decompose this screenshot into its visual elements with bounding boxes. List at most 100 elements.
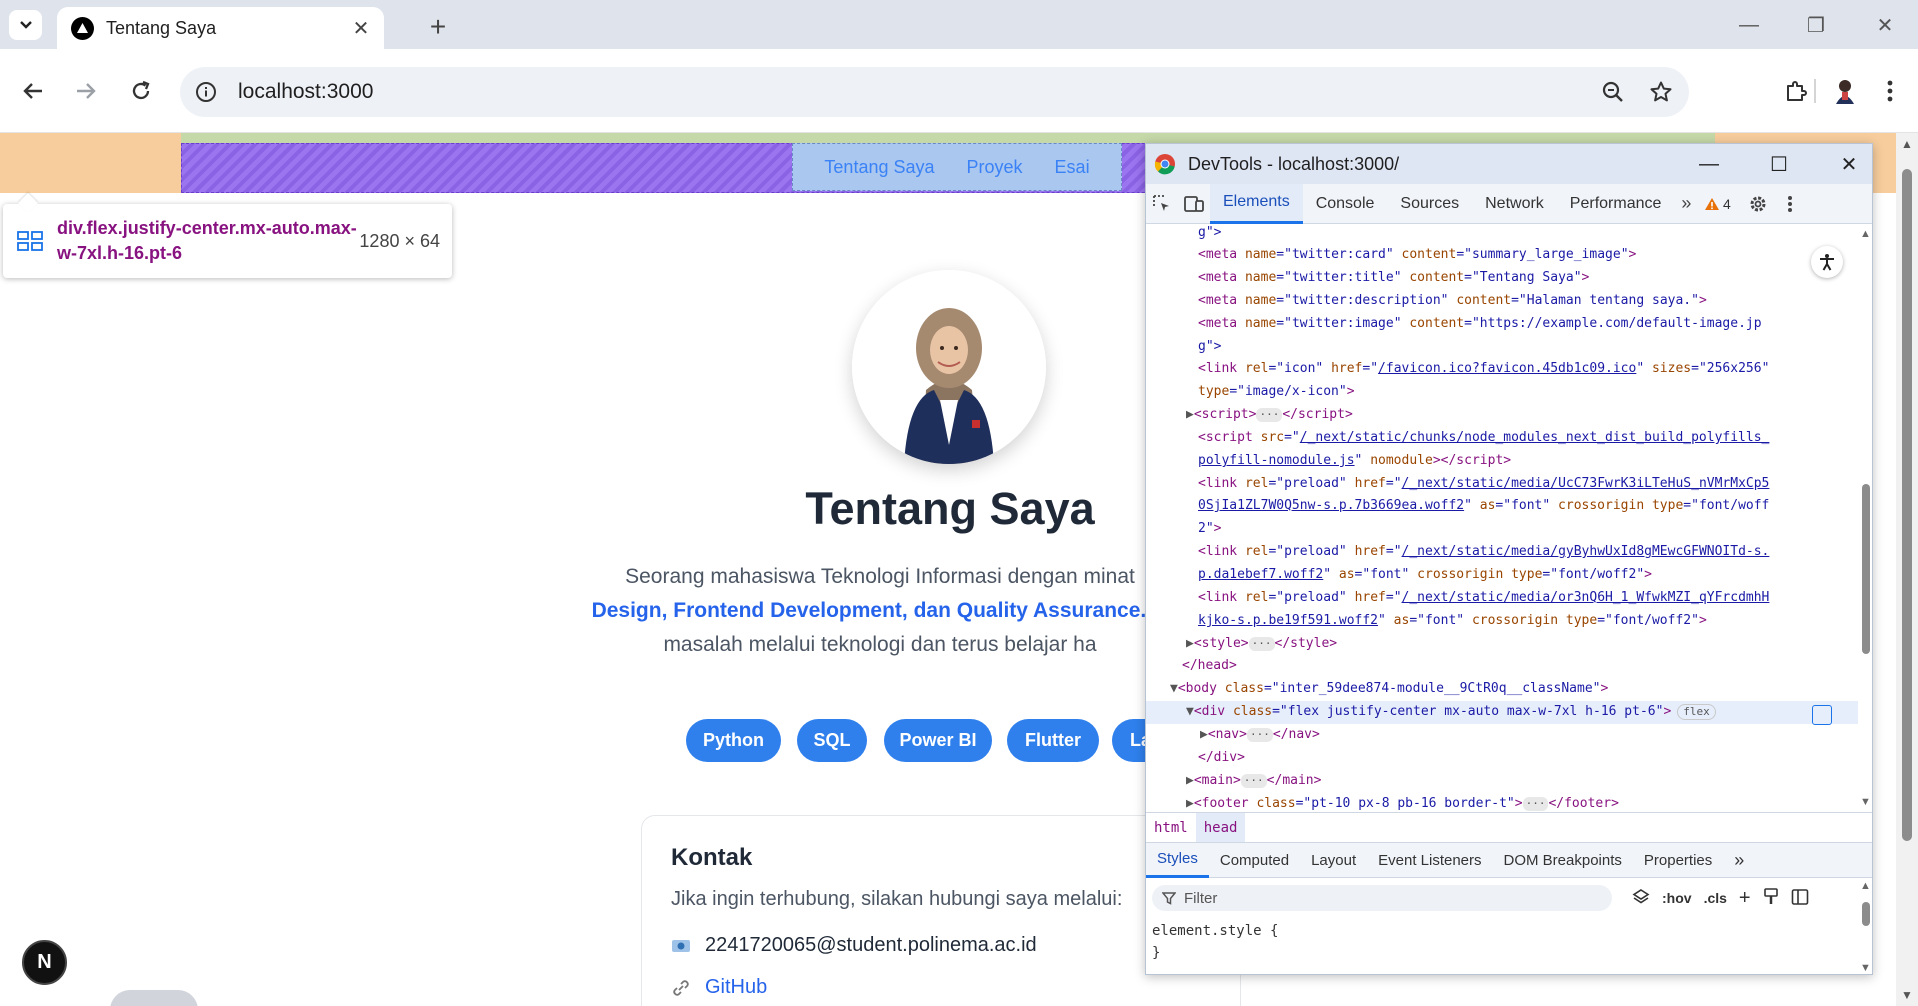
- tab-dom-breakpoints[interactable]: DOM Breakpoints: [1493, 843, 1633, 878]
- dom-line[interactable]: g">: [1146, 224, 1858, 245]
- toggle-sidebar-icon[interactable]: [1785, 888, 1815, 909]
- dom-line[interactable]: ▶<main> ··· </main>: [1146, 770, 1858, 793]
- restore-window-icon[interactable]: ❐: [1801, 10, 1831, 40]
- page-scroll-thumb[interactable]: [1902, 169, 1912, 841]
- tab-styles[interactable]: Styles: [1146, 843, 1209, 878]
- tab-sources[interactable]: Sources: [1387, 184, 1472, 224]
- tree-scroll-up-icon[interactable]: ▲: [1860, 228, 1871, 240]
- paint-brush-icon[interactable]: [1757, 887, 1785, 909]
- new-tab-button[interactable]: +: [423, 11, 453, 42]
- dom-line[interactable]: ▶<footer class="pt-10 px-8 pb-16 border-…: [1146, 793, 1858, 812]
- devtools-close-icon[interactable]: ✕: [1834, 149, 1864, 179]
- site-info-icon[interactable]: [192, 78, 220, 106]
- dom-line[interactable]: <meta name="twitter:description" content…: [1146, 290, 1858, 313]
- nextjs-favicon-icon: [71, 16, 94, 40]
- dom-line[interactable]: type="image/x-icon">: [1146, 381, 1858, 404]
- dom-line[interactable]: <meta name="twitter:card" content="summa…: [1146, 244, 1858, 267]
- dom-line[interactable]: </head>: [1146, 655, 1858, 678]
- tab-network[interactable]: Network: [1472, 184, 1557, 224]
- element-style-close: }: [1152, 945, 1161, 961]
- bookmark-star-icon[interactable]: [1641, 72, 1681, 112]
- dom-line[interactable]: 2">: [1146, 518, 1858, 541]
- tab-console[interactable]: Console: [1303, 184, 1388, 224]
- nextjs-dev-indicator[interactable]: N: [22, 940, 67, 985]
- new-rule-icon[interactable]: +: [1733, 887, 1757, 910]
- more-tabs-icon[interactable]: »: [1674, 184, 1698, 224]
- layers-icon[interactable]: [1626, 888, 1656, 909]
- breadcrumb-html[interactable]: html: [1146, 813, 1196, 842]
- browser-tab[interactable]: Tentang Saya ✕: [57, 7, 384, 49]
- dom-line[interactable]: </div>: [1146, 747, 1858, 770]
- extensions-button[interactable]: [1776, 71, 1816, 111]
- tab-search-button[interactable]: [9, 10, 42, 40]
- close-window-icon[interactable]: ✕: [1870, 10, 1900, 40]
- dom-tree-scrollbar[interactable]: ▲ ▼: [1858, 224, 1872, 812]
- back-arrow-icon: [23, 83, 42, 99]
- dom-line[interactable]: <meta name="twitter:title" content="Tent…: [1146, 267, 1858, 290]
- styles-rules: element.style { }: [1152, 920, 1278, 964]
- dom-line[interactable]: <link rel="icon" href="/favicon.ico?favi…: [1146, 358, 1858, 381]
- profile-icon: [1836, 80, 1854, 104]
- tab-event-listeners[interactable]: Event Listeners: [1367, 843, 1492, 878]
- scroll-down-icon[interactable]: ▼: [1901, 988, 1913, 1002]
- devtools-menu-icon[interactable]: [1774, 184, 1806, 224]
- tab-layout[interactable]: Layout: [1300, 843, 1367, 878]
- nav-link-proyek[interactable]: Proyek: [967, 157, 1023, 178]
- address-bar[interactable]: localhost:3000: [180, 67, 1689, 117]
- more-panes-icon[interactable]: »: [1723, 843, 1755, 878]
- dom-line[interactable]: <meta name="twitter:image" content="http…: [1146, 313, 1858, 336]
- flex-badge[interactable]: flex: [1677, 704, 1716, 720]
- devtools-maximize-icon[interactable]: ☐: [1764, 149, 1794, 179]
- dom-line[interactable]: ▶<script> ··· </script>: [1146, 404, 1858, 427]
- accessibility-tree-button[interactable]: [1811, 246, 1843, 278]
- tree-scroll-down-icon[interactable]: ▼: [1860, 796, 1871, 808]
- forward-button[interactable]: [66, 71, 106, 111]
- dom-line[interactable]: kjko-s.p.be19f591.woff2" as="font" cross…: [1146, 610, 1858, 633]
- tab-computed[interactable]: Computed: [1209, 843, 1300, 878]
- dom-line-selected[interactable]: ▼<div class="flex justify-center mx-auto…: [1146, 701, 1858, 724]
- dom-line[interactable]: ▼<body class="inter_59dee874-module__9Ct…: [1146, 678, 1858, 701]
- styles-scrollbar[interactable]: ▲ ▼: [1858, 878, 1872, 974]
- zoom-icon[interactable]: [1593, 72, 1633, 112]
- contact-github-link[interactable]: GitHub: [705, 976, 767, 999]
- nav-link-tentang-saya[interactable]: Tentang Saya: [824, 157, 934, 178]
- close-tab-icon[interactable]: ✕: [350, 17, 372, 40]
- tab-performance[interactable]: Performance: [1557, 184, 1675, 224]
- back-button[interactable]: [13, 71, 53, 111]
- contact-email[interactable]: 2241720065@student.polinema.ac.id: [705, 934, 1037, 957]
- reload-button[interactable]: [121, 71, 161, 111]
- element-style-rule[interactable]: element.style {: [1152, 920, 1278, 942]
- dom-line[interactable]: ▶<nav> ··· </nav>: [1146, 724, 1858, 747]
- bio-line-1: Seorang mahasiswa Teknologi Informasi de…: [625, 565, 1135, 588]
- dom-line[interactable]: g">: [1146, 336, 1858, 359]
- browser-menu-button[interactable]: [1870, 71, 1910, 111]
- kebab-menu-icon: [1887, 80, 1893, 102]
- inspect-element-icon[interactable]: [1146, 184, 1178, 224]
- dom-line[interactable]: <link rel="preload" href="/_next/static/…: [1146, 541, 1858, 564]
- issues-indicator[interactable]: 4: [1698, 184, 1736, 224]
- dom-line[interactable]: 0SjIa1ZL7W0Q5nw-s.p.7b3669ea.woff2" as="…: [1146, 495, 1858, 518]
- tab-elements[interactable]: Elements: [1210, 183, 1303, 224]
- dom-line[interactable]: p.da1ebef7.woff2" as="font" crossorigin …: [1146, 564, 1858, 587]
- breadcrumb-head[interactable]: head: [1195, 813, 1246, 842]
- devtools-settings-icon[interactable]: [1742, 184, 1774, 224]
- device-toolbar-icon[interactable]: [1178, 184, 1210, 224]
- element-badge-icon[interactable]: [1812, 705, 1832, 725]
- class-toggle[interactable]: .cls: [1698, 890, 1733, 906]
- tab-properties[interactable]: Properties: [1633, 843, 1723, 878]
- scroll-up-icon[interactable]: ▲: [1901, 137, 1913, 151]
- dom-tree-scroll-thumb[interactable]: [1862, 484, 1870, 654]
- styles-filter-input[interactable]: Filter: [1152, 885, 1612, 911]
- profile-avatar[interactable]: [1825, 71, 1865, 111]
- dom-line[interactable]: ▶<style> ··· </style>: [1146, 633, 1858, 656]
- email-icon: [672, 939, 690, 952]
- minimize-window-icon[interactable]: —: [1734, 10, 1764, 40]
- dom-line[interactable]: <link rel="preload" href="/_next/static/…: [1146, 587, 1858, 610]
- dom-line[interactable]: polyfill-nomodule.js" nomodule></script>: [1146, 450, 1858, 473]
- devtools-minimize-icon[interactable]: —: [1694, 149, 1724, 179]
- dom-line[interactable]: <link rel="preload" href="/_next/static/…: [1146, 473, 1858, 496]
- page-scrollbar[interactable]: ▲ ▼: [1896, 133, 1918, 1006]
- nav-link-esai[interactable]: Esai: [1055, 157, 1090, 178]
- hover-state-toggle[interactable]: :hov: [1656, 890, 1698, 906]
- dom-line[interactable]: <script src="/_next/static/chunks/node_m…: [1146, 427, 1858, 450]
